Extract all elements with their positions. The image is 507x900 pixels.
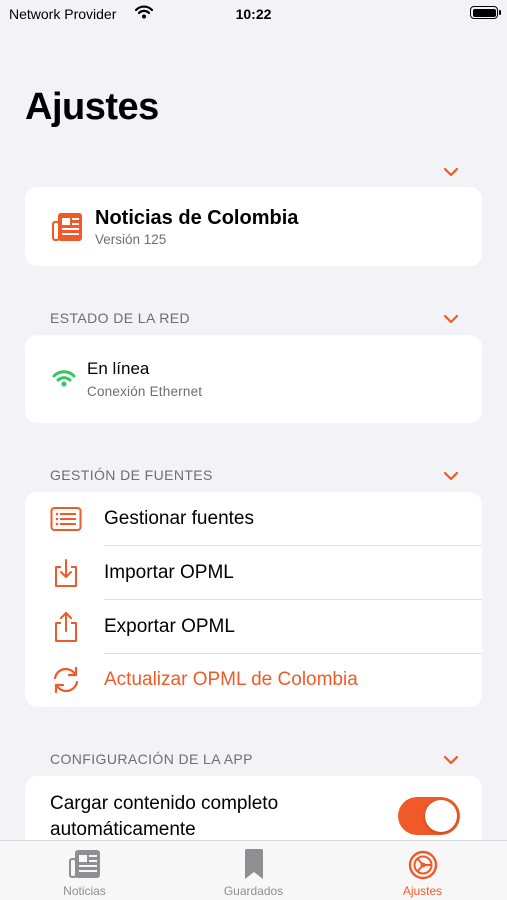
tab-bar: Noticias Guardados Ajustes: [0, 840, 507, 900]
list-icon: [50, 504, 82, 534]
update-colombia-opml-row[interactable]: Actualizar OPML de Colombia: [25, 653, 482, 707]
app-version: Versión 125: [95, 232, 167, 247]
network-detail: Conexión Ethernet: [87, 384, 203, 399]
tab-label: Guardados: [223, 884, 284, 898]
tab-ajustes[interactable]: Ajustes: [338, 841, 507, 900]
tab-noticias[interactable]: Noticias: [0, 841, 169, 900]
export-icon: [50, 612, 82, 642]
import-icon: [50, 558, 82, 588]
app-info-card: Noticias de Colombia Versión 125: [25, 187, 482, 266]
wifi-icon: [52, 369, 76, 392]
settings-icon: [338, 848, 507, 882]
chevron-down-icon[interactable]: [443, 314, 459, 324]
clock: 10:22: [235, 6, 272, 22]
status-bar: Network Provider 10:22: [0, 0, 507, 30]
import-opml-label: Importar OPML: [104, 562, 234, 583]
app-name: Noticias de Colombia: [95, 207, 299, 229]
network-status: En línea: [87, 359, 150, 378]
sources-card: Gestionar fuentes Importar OPML Exportar…: [25, 492, 482, 707]
section-header-sources: GESTIÓN DE FUENTES: [50, 467, 213, 483]
export-opml-label: Exportar OPML: [104, 616, 235, 637]
chevron-down-icon[interactable]: [443, 755, 459, 765]
tab-label: Ajustes: [402, 884, 443, 898]
section-header-network: ESTADO DE LA RED: [50, 310, 190, 326]
toggle-knob: [425, 800, 457, 832]
page-title: Ajustes: [25, 86, 159, 128]
tab-label: Noticias: [63, 884, 106, 898]
tab-guardados[interactable]: Guardados: [169, 841, 338, 900]
update-colombia-opml-label: Actualizar OPML de Colombia: [104, 669, 358, 690]
battery-icon: [470, 6, 501, 19]
newspaper-icon: [0, 848, 169, 882]
newspaper-icon: [52, 213, 82, 246]
import-opml-row[interactable]: Importar OPML: [25, 546, 482, 600]
export-opml-row[interactable]: Exportar OPML: [25, 600, 482, 654]
bookmark-icon: [169, 848, 338, 882]
manage-sources-row[interactable]: Gestionar fuentes: [25, 492, 482, 546]
section-header-app-config: CONFIGURACIÓN DE LA APP: [50, 751, 253, 767]
manage-sources-label: Gestionar fuentes: [104, 508, 254, 529]
chevron-down-icon[interactable]: [443, 471, 459, 481]
chevron-down-icon[interactable]: [443, 167, 459, 177]
network-status-card: En línea Conexión Ethernet: [25, 335, 482, 423]
refresh-icon: [50, 665, 82, 695]
full-content-toggle[interactable]: [398, 797, 460, 835]
full-content-label: Cargar contenido completo automáticament…: [50, 793, 279, 840]
